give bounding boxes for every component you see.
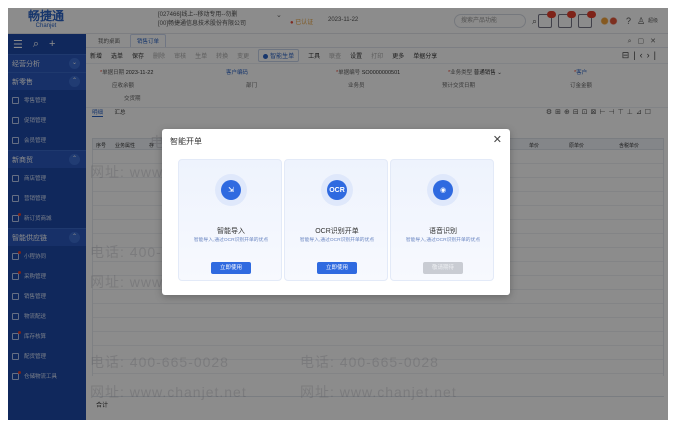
close-icon[interactable]: ✕: [493, 133, 502, 146]
dialog-title: 智能开单: [170, 137, 202, 146]
screenshot-frame: 畅捷通 Chanjet [027466]线上--移动专用--勿删 [00]畅捷通信…: [0, 0, 674, 431]
coming-soon-button: 敬请期待: [423, 262, 463, 274]
card-description: 智能导入,通过OCR识别开单的优点: [193, 238, 269, 243]
card-description: 智能导入,通过OCR识别开单的优点: [405, 238, 481, 243]
ocr-icon: OCR: [321, 174, 353, 206]
card-description: 智能导入,通过OCR识别开单的优点: [299, 238, 375, 243]
card-smart-import[interactable]: ⇲ 智能导入 智能导入,通过OCR识别开单的优点 立即使用: [178, 159, 282, 281]
microphone-glyph: ◉: [433, 180, 453, 200]
microphone-icon: ◉: [427, 174, 459, 206]
card-title: 语音识别: [429, 228, 457, 235]
card-ocr[interactable]: OCR OCR识别开单 智能导入,通过OCR识别开单的优点 立即使用: [284, 159, 388, 281]
card-voice[interactable]: ◉ 语音识别 智能导入,通过OCR识别开单的优点 敬请期待: [390, 159, 494, 281]
import-glyph: ⇲: [221, 180, 241, 200]
use-now-button[interactable]: 立即使用: [211, 262, 251, 274]
card-title: 智能导入: [217, 228, 245, 235]
smart-order-dialog: 智能开单 ✕ ⇲ 智能导入 智能导入,通过OCR识别开单的优点 立即使用 OCR…: [162, 129, 510, 295]
import-icon: ⇲: [215, 174, 247, 206]
card-title: OCR识别开单: [315, 228, 359, 235]
use-now-button[interactable]: 立即使用: [317, 262, 357, 274]
ocr-glyph: OCR: [327, 180, 347, 200]
